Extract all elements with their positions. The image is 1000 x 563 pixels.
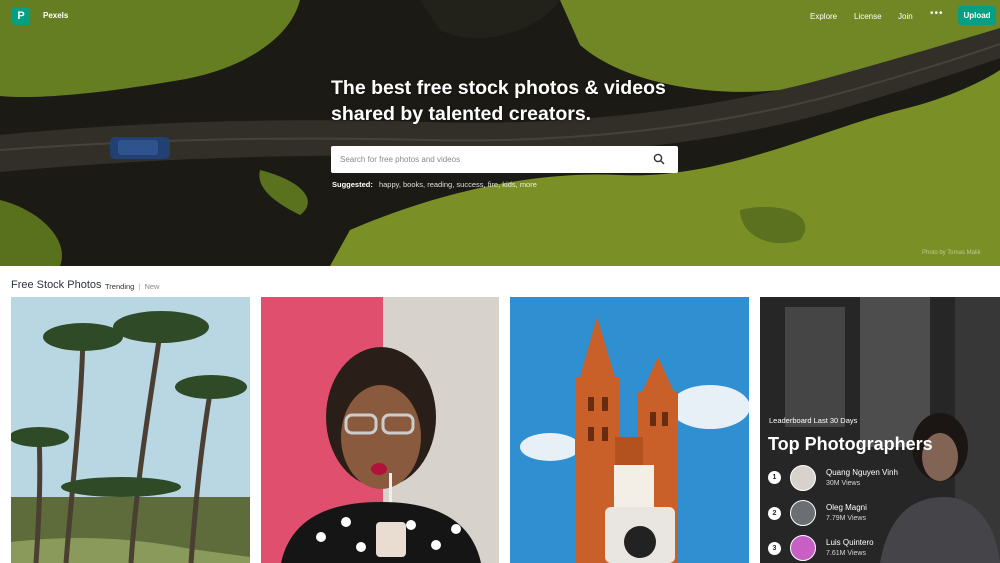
suggestion-link[interactable]: more <box>520 180 537 189</box>
upload-button[interactable]: Upload <box>958 6 996 25</box>
suggested-label: Suggested: <box>332 180 373 189</box>
hero-banner: P Pexels Explore License Join ••• Upload… <box>0 0 1000 266</box>
search-icon[interactable] <box>653 153 665 165</box>
rank-badge: 2 <box>768 507 781 520</box>
search-bar[interactable] <box>331 146 678 173</box>
photo-credit[interactable]: Photo by Tomas Malik <box>922 250 981 256</box>
avatar[interactable] <box>790 500 816 526</box>
top-navigation: P Pexels Explore License Join ••• Upload <box>0 0 1000 32</box>
avatar[interactable] <box>790 535 816 561</box>
suggestion-link[interactable]: happy, <box>379 180 401 189</box>
pexels-logo-icon[interactable]: P <box>12 7 30 25</box>
photo-card-basilica[interactable] <box>510 297 749 563</box>
tab-trending[interactable]: Trending <box>105 282 134 291</box>
suggested-searches: Suggested: happy, books, reading, succes… <box>332 180 537 189</box>
leaderboard-label: Leaderboard Last 30 Days <box>769 416 858 425</box>
avatar[interactable] <box>790 465 816 491</box>
suggestion-link[interactable]: kids, <box>502 180 517 189</box>
rank-badge: 3 <box>768 542 781 555</box>
headline-line-2: shared by talented creators. <box>331 103 592 125</box>
photo-card-palm-trees[interactable] <box>11 297 250 563</box>
photo-card-woman-portrait[interactable] <box>261 297 499 563</box>
brand-name[interactable]: Pexels <box>43 11 68 20</box>
suggestion-link[interactable]: reading, <box>427 180 454 189</box>
section-title: Free Stock Photos <box>11 279 102 291</box>
leaderboard-title[interactable]: Top Photographers <box>768 434 933 455</box>
photographer-name[interactable]: Oleg Magni <box>826 503 867 512</box>
photographer-views: 7.79M Views <box>826 515 866 522</box>
tab-new[interactable]: New <box>144 282 159 291</box>
suggestion-link[interactable]: books, <box>403 180 425 189</box>
search-input[interactable] <box>331 146 641 173</box>
hero-overlay <box>0 0 1000 266</box>
hero-headline: The best free stock photos & videos shar… <box>331 75 691 127</box>
tab-separator: | <box>138 282 141 291</box>
photographer-views: 7.61M Views <box>826 550 866 557</box>
photographer-name[interactable]: Luis Quintero <box>826 538 874 547</box>
photographer-name[interactable]: Quang Nguyen Vinh <box>826 468 898 477</box>
suggestion-link[interactable]: fire, <box>488 180 501 189</box>
nav-join-link[interactable]: Join <box>898 12 913 21</box>
photographer-views: 30M Views <box>826 480 861 487</box>
rank-badge: 1 <box>768 471 781 484</box>
nav-license-link[interactable]: License <box>854 12 882 21</box>
suggestion-link[interactable]: success, <box>456 180 485 189</box>
sort-tabs: Trending | New <box>105 282 159 291</box>
nav-explore-link[interactable]: Explore <box>810 12 837 21</box>
more-menu-icon[interactable]: ••• <box>930 8 944 19</box>
headline-line-1: The best free stock photos & videos <box>331 77 666 99</box>
